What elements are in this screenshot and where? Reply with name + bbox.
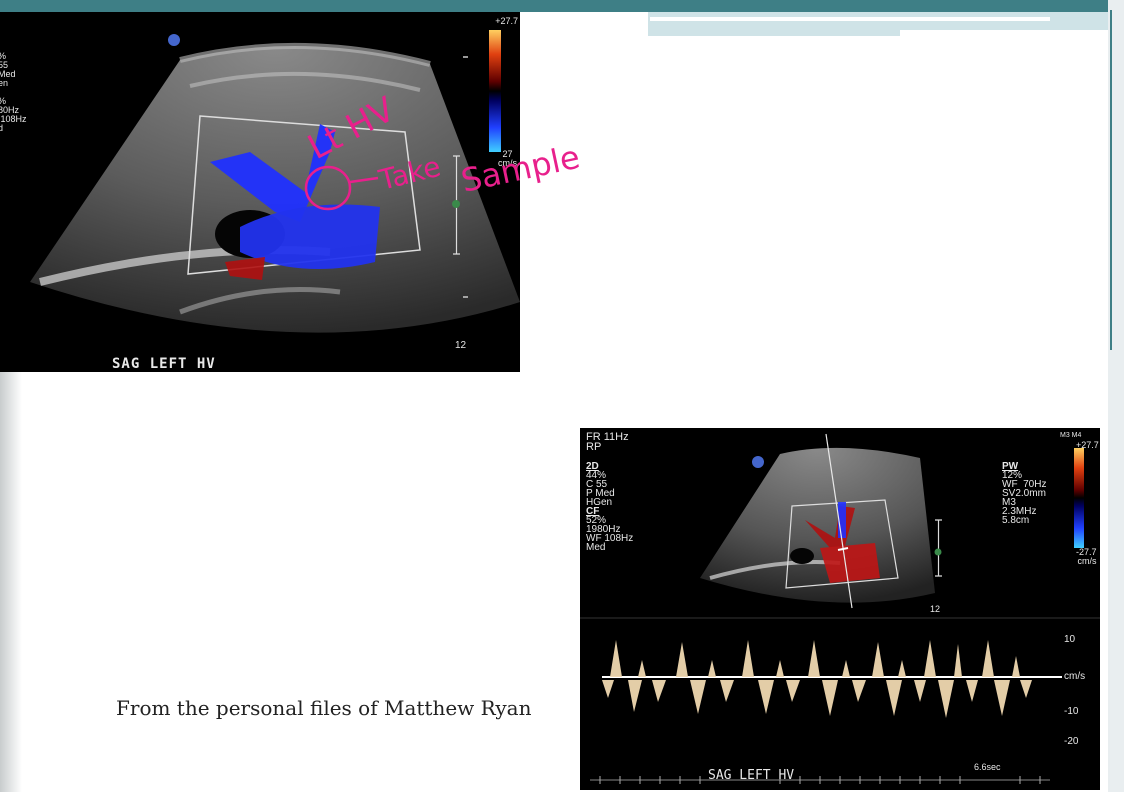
image2-pw-values: 12% WF 70Hz SV2.0mm M3 2.3MHz 5.8cm: [1002, 470, 1047, 526]
image2-2d-values: 44% C 55 P Med HGen: [586, 470, 615, 508]
image2-caption: SAG LEFT HV: [708, 768, 795, 783]
slide-accent-line-lower: [900, 30, 1110, 36]
image1-scale-top: +27.7: [495, 16, 518, 26]
credit-text: From the personal files of Matthew Ryan: [116, 696, 532, 720]
slide-left-shade: [0, 372, 22, 792]
annotation-line1: Lt HV: [301, 89, 401, 167]
annotation-line3: Sample: [458, 138, 583, 200]
spectral-tick-minus20: -20: [1064, 736, 1079, 747]
image2-left-params: 2D 44% C 55 P Med HGen CF 52% 1980Hz WF 108…: [586, 462, 634, 553]
annotation-pointer: [349, 176, 379, 184]
handwritten-annotation: Lt HV Take Sample: [301, 89, 583, 211]
image2-m-label: M3 M4: [1060, 432, 1082, 439]
annotation-circle: [304, 165, 352, 211]
image1-parameters: % 55 Med en % 80Hz 108Hz d: [0, 52, 27, 133]
image2-pw-params: PW 12% WF 70Hz SV2.0mm M3 2.3MHz 5.8cm: [1002, 462, 1047, 526]
spectral-tick-unit: cm/s: [1064, 671, 1086, 682]
image2-time: 6.6sec: [974, 762, 1001, 772]
image1-depth: 12: [455, 340, 467, 351]
annotation-line2: Take: [375, 150, 444, 197]
image2-scale-bottom: -27.7 cm/s: [1076, 547, 1097, 566]
slide-right-rule: [1110, 10, 1112, 350]
image2-scale-top: +27.7: [1076, 440, 1099, 450]
image1-caption: SAG LEFT HV: [112, 356, 216, 372]
image2-header: FR 11Hz RP: [586, 431, 629, 453]
slide-accent-line: [650, 17, 1050, 21]
image2-depth: 12: [930, 604, 941, 614]
spectral-waveform: [602, 640, 1032, 718]
slide-top-band: [0, 0, 1124, 12]
velocity-color-bar-2: [1074, 448, 1084, 548]
ultrasound-spectral-doppler-image: FR 11Hz RP 2D 44% C 55 P Med HGen CF 52% 19…: [580, 428, 1100, 790]
spectral-tick-minus10: -10: [1064, 706, 1079, 717]
spectral-tick-10: 10: [1064, 634, 1076, 645]
image2-cf-values: 52% 1980Hz WF 108Hz Med: [586, 515, 634, 553]
liver-tissue-sector-small: [700, 447, 935, 603]
